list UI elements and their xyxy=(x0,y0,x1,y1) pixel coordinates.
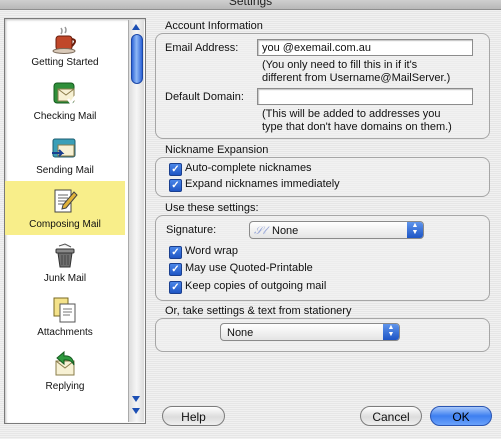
default-domain-label: Default Domain: xyxy=(165,91,244,103)
reply-arrow-icon xyxy=(55,350,75,376)
help-button[interactable]: Help xyxy=(162,406,225,426)
sidebar-item-attachments[interactable]: Attachments xyxy=(5,289,125,343)
cancel-button[interactable]: Cancel xyxy=(360,406,422,426)
checkmark-icon: ✓ xyxy=(169,263,182,276)
signature-label: Signature: xyxy=(166,224,217,236)
email-note-line2: different from Username@MailServer.) xyxy=(262,72,451,84)
default-domain-field[interactable] xyxy=(257,88,473,105)
title-bar: Settings xyxy=(0,0,501,10)
checkbox-label: Word wrap xyxy=(185,245,238,257)
compose-pen-icon xyxy=(54,189,78,213)
scroll-down-arrow-icon[interactable] xyxy=(132,396,140,402)
sidebar-item-label: Attachments xyxy=(37,327,93,338)
signature-popup[interactable]: 𝒮𝓁 None ▲ ▼ xyxy=(249,221,424,239)
domain-note-line2: type that don't have domains on them.) xyxy=(262,121,452,133)
checkbox-label: Auto-complete nicknames xyxy=(185,162,312,174)
settings-sidebar: Getting Started Checking Mail Sending Ma… xyxy=(4,18,146,424)
sidebar-item-composing-mail[interactable]: Composing Mail xyxy=(5,181,125,235)
signature-value: None xyxy=(272,225,299,237)
sidebar-item-label: Junk Mail xyxy=(43,273,87,284)
sidebar-item-junk-mail[interactable]: Junk Mail xyxy=(5,235,125,289)
nickname-section-title: Nickname Expansion xyxy=(165,144,269,156)
sidebar-item-replying[interactable]: Replying xyxy=(5,343,125,397)
scroll-thumb[interactable] xyxy=(131,34,143,84)
ok-button[interactable]: OK xyxy=(430,406,492,426)
signature-script-icon: 𝒮𝓁 xyxy=(254,224,267,237)
coffee-cup-icon xyxy=(52,26,76,54)
domain-note-line1: (This will be added to addresses you xyxy=(262,108,441,120)
sidebar-item-sending-mail[interactable]: Sending Mail xyxy=(5,127,125,181)
checkbox-label: May use Quoted-Printable xyxy=(185,262,313,274)
checkmark-icon: ✓ xyxy=(169,163,182,176)
sidebar-item-getting-started[interactable]: Getting Started xyxy=(5,19,125,73)
scroll-up-arrow-icon[interactable] xyxy=(132,24,140,30)
mail-send-icon xyxy=(52,138,76,158)
sidebar-item-label: Getting Started xyxy=(31,57,99,68)
popup-arrows-icon: ▲ ▼ xyxy=(383,324,399,340)
sidebar-item-label: Sending Mail xyxy=(36,165,94,176)
checkmark-icon: ✓ xyxy=(169,179,182,192)
email-address-field[interactable]: you @exemail.com.au xyxy=(257,39,473,56)
account-section-title: Account Information xyxy=(165,20,263,32)
sidebar-item-label: Checking Mail xyxy=(33,111,97,122)
sidebar-item-checking-mail[interactable]: Checking Mail xyxy=(5,73,125,127)
mailbox-check-icon xyxy=(53,82,79,106)
stationery-section-title: Or, take settings & text from stationery xyxy=(165,305,352,317)
attachment-doc-icon xyxy=(53,297,76,323)
stationery-popup[interactable]: None ▲ ▼ xyxy=(220,323,400,341)
checkmark-icon: ✓ xyxy=(169,281,182,294)
checkbox-label: Expand nicknames immediately xyxy=(185,178,340,190)
settings-section-title: Use these settings: xyxy=(165,202,259,214)
checkbox-label: Keep copies of outgoing mail xyxy=(185,280,327,292)
trash-can-icon xyxy=(55,243,75,268)
sidebar-item-label: Replying xyxy=(45,381,85,392)
email-address-label: Email Address: xyxy=(165,42,239,54)
sidebar-scrollbar[interactable] xyxy=(128,20,144,422)
popup-arrows-icon: ▲ ▼ xyxy=(407,222,423,238)
sidebar-item-label: Composing Mail xyxy=(29,219,101,230)
window-title: Settings xyxy=(228,0,273,8)
email-note-line1: (You only need to fill this in if it's xyxy=(262,59,418,71)
stationery-value: None xyxy=(227,327,254,339)
scroll-down-arrow-icon[interactable] xyxy=(132,408,140,414)
checkmark-icon: ✓ xyxy=(169,246,182,259)
